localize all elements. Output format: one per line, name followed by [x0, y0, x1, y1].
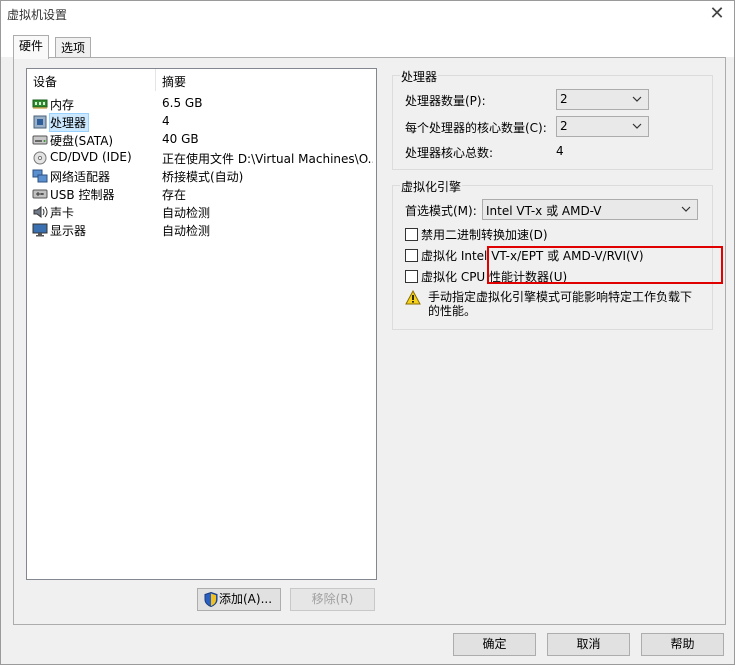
- device-summary: 桥接模式(自动): [162, 170, 244, 184]
- column-summary[interactable]: 摘要: [162, 73, 186, 90]
- ok-button[interactable]: 确定: [453, 633, 536, 656]
- preferred-mode-label: 首选模式(M):: [405, 204, 477, 218]
- device-row-display[interactable]: 显示器 自动检测: [31, 221, 373, 239]
- cores-per-processor-value: 2: [560, 119, 568, 133]
- close-button[interactable]: ✕: [706, 3, 728, 25]
- preferred-mode-select[interactable]: Intel VT-x 或 AMD-V: [482, 199, 698, 220]
- device-name: 网络适配器: [50, 170, 111, 184]
- window-title: 虚拟机设置: [7, 8, 68, 22]
- cores-per-processor-label: 每个处理器的核心数量(C):: [405, 121, 547, 135]
- display-icon: [32, 223, 48, 237]
- processor-count-value: 2: [560, 92, 568, 106]
- device-name: 显示器: [50, 224, 87, 238]
- device-name: 声卡: [50, 206, 75, 220]
- add-device-button[interactable]: 添加(A)...: [197, 588, 281, 611]
- device-row-processor[interactable]: 处理器 4: [31, 113, 373, 132]
- network-adapter-icon: [32, 169, 48, 183]
- device-row-cd-dvd[interactable]: CD/DVD (IDE) 正在使用文件 D:\Virtual Machines\…: [31, 149, 373, 167]
- title-bar[interactable]: 虚拟机设置 ✕: [1, 1, 734, 27]
- device-summary: 40 GB: [162, 132, 199, 146]
- device-summary: 6.5 GB: [162, 96, 203, 110]
- preferred-mode-value: Intel VT-x 或 AMD-V: [486, 204, 602, 218]
- total-cores-value: 4: [556, 144, 564, 158]
- virtualization-warning-text: 手动指定虚拟化引擎模式可能影响特定工作负载下的性能。: [428, 290, 693, 318]
- total-cores-label: 处理器核心总数:: [405, 146, 494, 160]
- preferred-mode-highlight-box: [487, 246, 723, 284]
- warning-icon: [405, 290, 421, 305]
- device-summary: 存在: [162, 188, 187, 202]
- device-row-network-adapter[interactable]: 网络适配器 桥接模式(自动): [31, 167, 373, 185]
- device-summary: 自动检测: [162, 206, 211, 220]
- chevron-down-icon: [632, 96, 642, 102]
- sound-card-icon: [33, 206, 48, 218]
- processor-icon: [33, 115, 47, 129]
- help-button[interactable]: 帮助: [641, 633, 724, 656]
- device-summary: 自动检测: [162, 224, 211, 238]
- device-name: 硬盘(SATA): [50, 134, 114, 148]
- checkbox-box: [405, 228, 418, 241]
- device-row-memory[interactable]: 内存 6.5 GB: [31, 95, 373, 113]
- checkbox-box: [405, 249, 418, 262]
- device-summary: 正在使用文件 D:\Virtual Machines\O...: [162, 152, 373, 166]
- virtualization-group-title: 虚拟化引擎: [400, 178, 463, 195]
- remove-device-button[interactable]: 移除(R): [290, 588, 375, 611]
- hard-disk-icon: [32, 135, 48, 145]
- usb-controller-icon: [32, 189, 48, 199]
- device-summary: 4: [162, 114, 170, 128]
- add-button-label: 添加(A)...: [219, 592, 273, 606]
- column-divider[interactable]: [155, 69, 156, 91]
- vm-settings-window: 虚拟机设置 ✕ 硬件 选项 设备 摘要 内存 6.5 GB 处理器 4 硬盘(S…: [0, 0, 735, 665]
- memory-icon: [32, 99, 48, 109]
- processors-group: 处理器 处理器数量(P): 2 每个处理器的核心数量(C): 2 处理器核心总数…: [392, 68, 713, 170]
- device-name: 处理器: [50, 116, 87, 130]
- device-row-hard-disk[interactable]: 硬盘(SATA) 40 GB: [31, 131, 373, 149]
- device-name: 内存: [50, 98, 75, 112]
- device-name: CD/DVD (IDE): [50, 150, 132, 164]
- hardware-panel: 设备 摘要 内存 6.5 GB 处理器 4 硬盘(SATA) 40 GB CD/…: [13, 57, 726, 625]
- cancel-button[interactable]: 取消: [547, 633, 630, 656]
- tab-options[interactable]: 选项: [55, 37, 92, 58]
- chevron-down-icon: [632, 123, 642, 129]
- chevron-down-icon: [681, 206, 691, 212]
- device-row-usb-controller[interactable]: USB 控制器 存在: [31, 185, 373, 203]
- checkbox-label: 禁用二进制转换加速(D): [421, 228, 548, 242]
- cd-dvd-icon: [33, 151, 47, 165]
- cores-per-processor-select[interactable]: 2: [556, 116, 649, 137]
- processor-count-label: 处理器数量(P):: [405, 94, 486, 108]
- processors-group-title: 处理器: [400, 68, 439, 85]
- column-device[interactable]: 设备: [33, 73, 57, 90]
- device-row-sound-card[interactable]: 声卡 自动检测: [31, 203, 373, 221]
- processor-count-select[interactable]: 2: [556, 89, 649, 110]
- device-list-header: 设备 摘要: [27, 69, 376, 91]
- tab-hardware[interactable]: 硬件: [13, 35, 50, 59]
- checkbox-box: [405, 270, 418, 283]
- device-list[interactable]: 设备 摘要 内存 6.5 GB 处理器 4 硬盘(SATA) 40 GB CD/…: [26, 68, 377, 580]
- device-name: USB 控制器: [50, 188, 115, 202]
- shield-icon: [204, 592, 218, 607]
- tab-bar: 硬件 选项: [1, 27, 734, 59]
